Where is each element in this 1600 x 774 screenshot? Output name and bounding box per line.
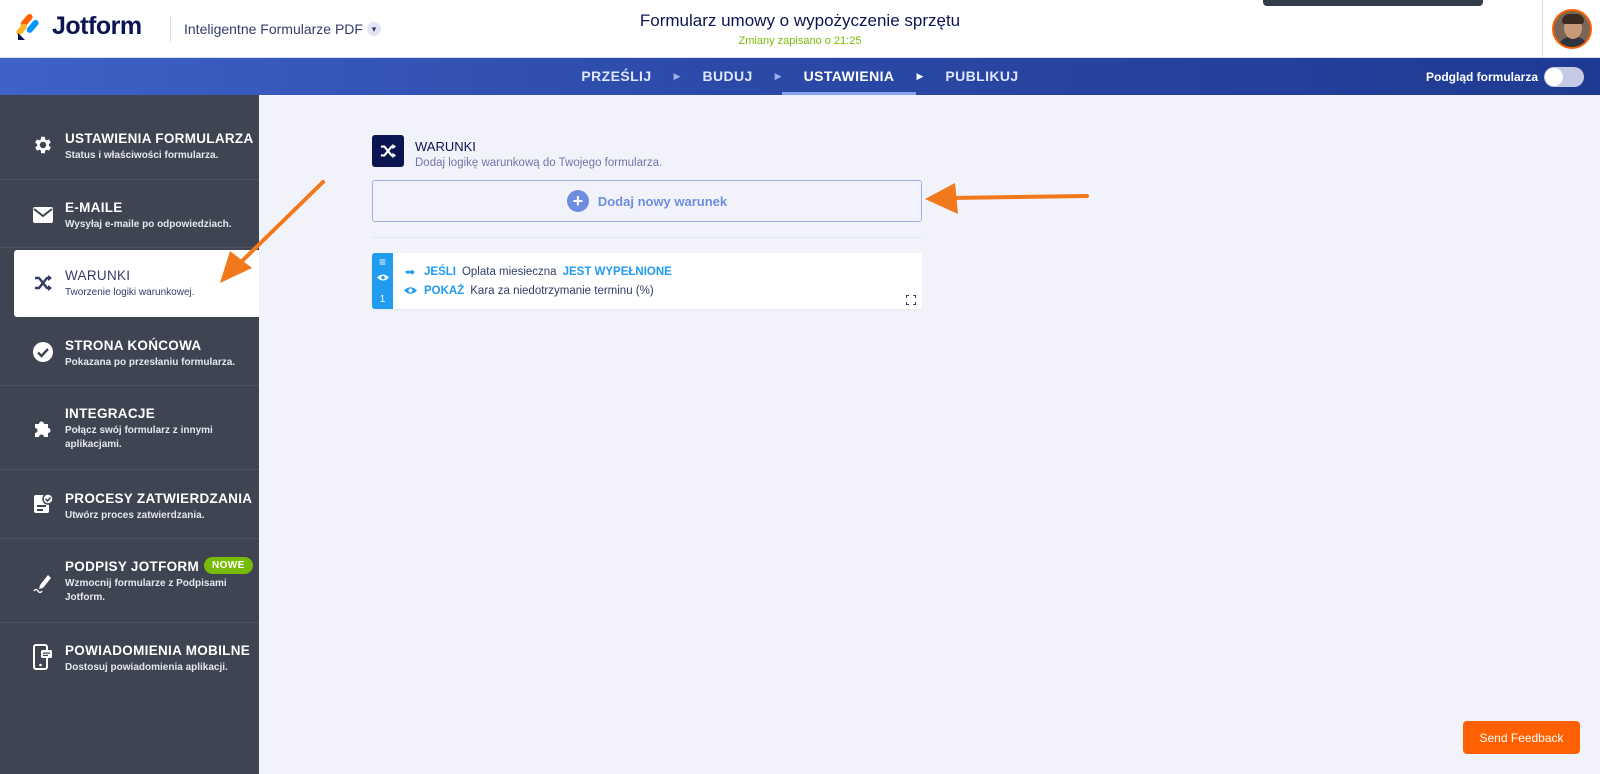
preview-label: Podgląd formularza: [1425, 70, 1538, 84]
expand-icon[interactable]: [906, 295, 916, 305]
sidebar-item-label: INTEGRACJE: [65, 406, 156, 421]
tooltip-edge: [1263, 0, 1483, 6]
avatar-container[interactable]: [1542, 0, 1600, 58]
chevron-right-icon: ▶: [916, 71, 924, 81]
sidebar-item-mobile-notifications[interactable]: POWIADOMIENIA MOBILNE Dostosuj powiadomi…: [0, 623, 259, 693]
tab-publikuj[interactable]: PUBLIKUJ: [923, 58, 1040, 95]
chevron-right-icon: ▶: [673, 71, 681, 81]
sidebar-item-label: STRONA KOŃCOWA: [65, 338, 202, 353]
envelope-icon: [32, 204, 54, 226]
tab-ustawienia[interactable]: USTAWIENIA: [781, 58, 917, 95]
tab-buduj[interactable]: BUDUJ: [680, 58, 774, 95]
gear-icon: [32, 134, 54, 156]
top-header: Jotform Inteligentne Formularze PDF ▾ Fo…: [0, 0, 1600, 58]
form-preview-control: Podgląd formularza: [1426, 67, 1584, 87]
nav-tabs: PRZEŚLIJ ▶ BUDUJ ▶ USTAWIENIA ▶ PUBLIKUJ: [0, 58, 1600, 95]
sidebar-item-label: USTAWIENIA FORMULARZA: [65, 131, 254, 146]
sidebar-item-emails[interactable]: E-MAILE Wysyłaj e-maile po odpowiedziach…: [0, 180, 259, 248]
sidebar-item-desc: Pokazana po przesłaniu formularza.: [65, 357, 236, 368]
if-keyword: JEŚLI: [424, 266, 456, 278]
sidebar-item-thank-you-page[interactable]: STRONA KOŃCOWA Pokazana po przesłaniu fo…: [0, 317, 259, 386]
chevron-down-icon: ▾: [366, 22, 381, 36]
sidebar-item-label: PROCESY ZATWIERDZANIA: [65, 491, 253, 506]
if-field: Oplata miesieczna: [461, 266, 557, 278]
sidebar-item-jotform-sign[interactable]: PODPISY JOTFORM NOWE Wzmocnij formularze…: [0, 539, 259, 623]
sidebar-item-label: POWIADOMIENIA MOBILNE: [65, 643, 251, 658]
sidebar-item-desc: Status i właściwości formularza.: [65, 150, 219, 161]
mobile-notification-icon: [32, 644, 54, 670]
approval-icon: [32, 493, 54, 515]
header-divider: [170, 16, 171, 42]
sidebar-item-label: E-MAILE: [65, 200, 123, 215]
settings-sidebar: USTAWIENIA FORMULARZA Status i właściwoś…: [0, 95, 259, 774]
then-keyword: POKAŻ: [424, 285, 465, 297]
conditions-header: WARUNKI Dodaj logikę warunkową do Twojeg…: [372, 135, 662, 169]
new-badge: NOWE: [204, 557, 253, 574]
sidebar-item-desc: Wysyłaj e-maile po odpowiedziach.: [65, 219, 232, 230]
avatar[interactable]: [1551, 9, 1592, 49]
condition-index: 1: [379, 294, 386, 305]
plus-icon: +: [566, 190, 589, 212]
tab-przeslij[interactable]: PRZEŚLIJ: [559, 58, 673, 95]
sidebar-item-desc: Połącz swój formularz z innymi aplikacja…: [65, 425, 213, 450]
sidebar-item-desc: Wzmocnij formularze z Podpisami Jotform.: [65, 578, 227, 603]
check-circle-icon: [32, 341, 54, 363]
condition-card[interactable]: ≡ 1 ➡ JEŚLI Oplata miesieczna JEST WYPEŁ…: [372, 253, 922, 309]
sidebar-item-desc: Tworzenie logiki warunkowej.: [65, 287, 195, 298]
condition-then-row: POKAŻ Kara za niedotrzymanie terminu (%): [403, 284, 654, 298]
add-condition-button[interactable]: + Dodaj nowy warunek: [372, 180, 922, 222]
preview-toggle[interactable]: [1544, 67, 1584, 87]
logo-text: Jotform: [52, 12, 142, 40]
divider: [372, 237, 922, 238]
condition-if-row: ➡ JEŚLI Oplata miesieczna JEST WYPEŁNION…: [403, 265, 672, 279]
sidebar-item-approvals[interactable]: PROCESY ZATWIERDZANIA Utwórz proces zatw…: [0, 470, 259, 539]
eye-icon: [372, 273, 393, 285]
add-condition-label: Dodaj nowy warunek: [597, 193, 728, 209]
signature-pen-icon: [32, 571, 54, 593]
drag-menu-icon[interactable]: ≡: [372, 255, 393, 269]
shuffle-icon: [372, 135, 404, 167]
eye-icon: [403, 284, 417, 298]
send-feedback-button[interactable]: Send Feedback: [1463, 721, 1580, 754]
sidebar-item-desc: Utwórz proces zatwierdzania.: [65, 510, 205, 521]
sidebar-item-integrations[interactable]: INTEGRACJE Połącz swój formularz z innym…: [0, 386, 259, 470]
product-dropdown[interactable]: Inteligentne Formularze PDF ▾: [184, 21, 381, 37]
jotform-logo-icon: [16, 13, 39, 40]
arrow-right-icon: ➡: [404, 265, 416, 279]
sidebar-item-desc: Dostosuj powiadomienia aplikacji.: [65, 662, 228, 673]
page-title: WARUNKI: [415, 139, 476, 154]
sidebar-item-label: PODPISY JOTFORM: [65, 559, 200, 574]
product-dropdown-label: Inteligentne Formularze PDF: [184, 21, 363, 37]
condition-handle[interactable]: ≡ 1: [372, 253, 393, 309]
jotform-logo[interactable]: Jotform: [16, 12, 142, 41]
sidebar-item-label: WARUNKI: [65, 268, 131, 283]
conditions-panel: WARUNKI Dodaj logikę warunkową do Twojeg…: [259, 95, 1600, 774]
puzzle-icon: [32, 418, 54, 440]
form-title[interactable]: Formularz umowy o wypożyczenie sprzętu: [640, 11, 960, 31]
chevron-right-icon: ▶: [774, 71, 782, 81]
page-subtitle: Dodaj logikę warunkową do Twojego formul…: [415, 157, 663, 169]
sidebar-item-conditions[interactable]: WARUNKI Tworzenie logiki warunkowej.: [14, 250, 259, 317]
main-nav-bar: PRZEŚLIJ ▶ BUDUJ ▶ USTAWIENIA ▶ PUBLIKUJ…: [0, 58, 1600, 95]
if-state: JEST WYPEŁNIONE: [562, 266, 672, 278]
sidebar-item-form-settings[interactable]: USTAWIENIA FORMULARZA Status i właściwoś…: [0, 95, 259, 180]
shuffle-icon: [32, 272, 54, 294]
then-field: Kara za niedotrzymanie terminu (%): [470, 285, 654, 297]
